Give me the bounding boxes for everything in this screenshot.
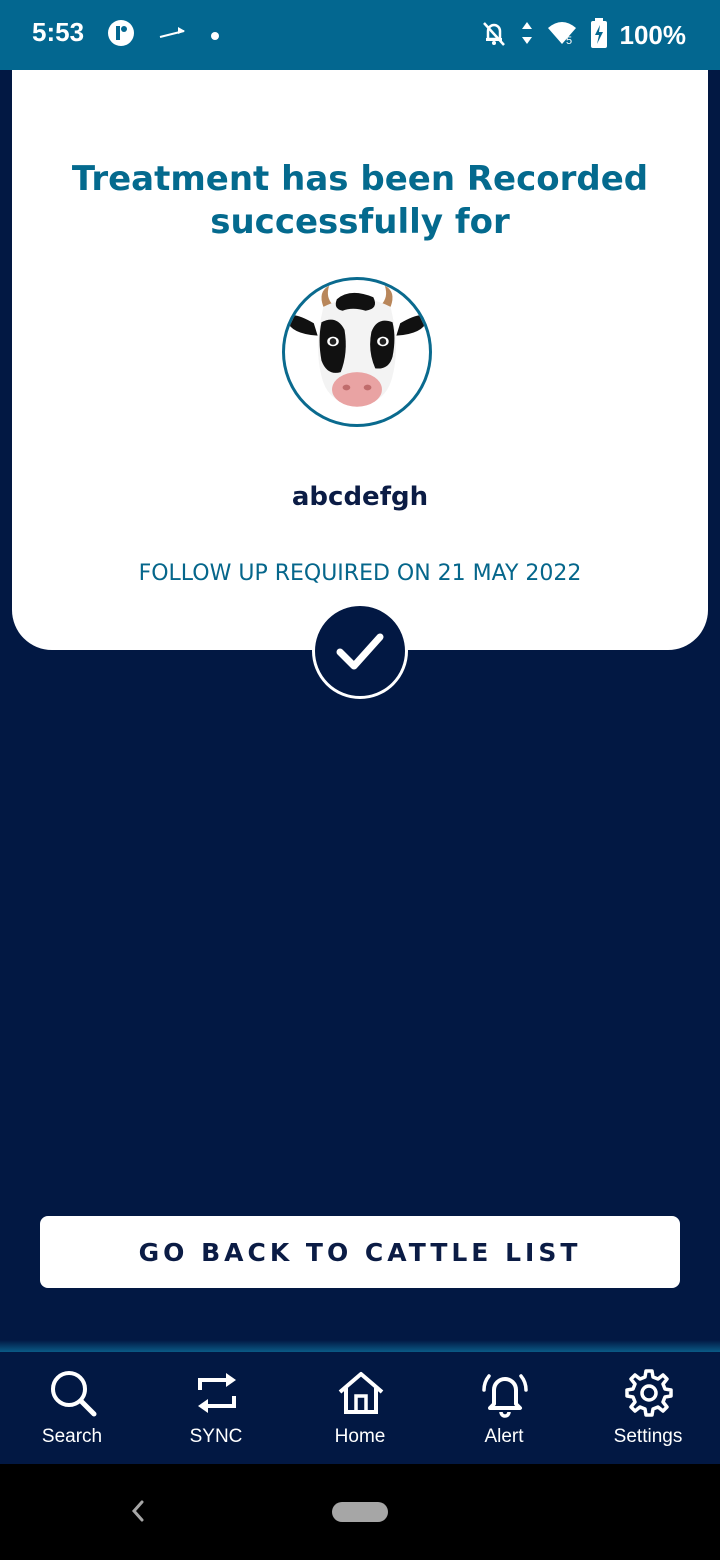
sync-icon [198, 1373, 236, 1413]
system-back-icon[interactable] [128, 1496, 148, 1530]
followup-notice: FOLLOW UP REQUIRED ON 21 MAY 2022 [138, 561, 582, 586]
battery-percent: 100% [619, 19, 687, 50]
headline-line-2: successfully for [210, 202, 510, 242]
checkmark-icon [336, 633, 384, 670]
home-icon [338, 1372, 384, 1414]
nav-alert[interactable]: Alert [432, 1352, 576, 1464]
nav-label-settings: Settings [613, 1426, 683, 1447]
nav-search[interactable]: Search [0, 1352, 144, 1464]
gear-icon [625, 1369, 673, 1417]
nav-label-sync: SYNC [189, 1426, 243, 1447]
nav-sync[interactable]: SYNC [144, 1352, 288, 1464]
wifi-icon: 5 [546, 20, 578, 50]
success-card: Treatment has been Recorded successfully… [12, 70, 708, 650]
svg-text:5: 5 [566, 35, 572, 46]
battery-charging-icon [590, 18, 608, 52]
success-check-badge [312, 603, 408, 699]
data-arrows-icon [520, 20, 534, 50]
nav-settings[interactable]: Settings [576, 1352, 720, 1464]
search-icon [51, 1371, 97, 1417]
nav-label-alert: Alert [484, 1426, 524, 1447]
bell-icon [482, 1374, 528, 1418]
notifications-off-icon [480, 19, 508, 51]
cattle-avatar [282, 277, 432, 427]
cattle-name: abcdefgh [291, 482, 429, 512]
nav-label-search: Search [41, 1426, 103, 1447]
status-bar: 5:53 5 100% [0, 0, 720, 70]
bottom-navigation: Search SYNC Home Alert Settings [0, 1352, 720, 1464]
nav-home[interactable]: Home [288, 1352, 432, 1464]
nav-label-home: Home [334, 1426, 386, 1447]
cow-face-icon [286, 285, 428, 407]
nav-divider [0, 1340, 720, 1352]
success-headline: Treatment has been Recorded successfully… [12, 158, 708, 244]
status-time: 5:53 [32, 17, 85, 47]
headline-line-1: Treatment has been Recorded [71, 159, 649, 199]
app-notification-icon [106, 18, 136, 52]
airplane-arrow-icon [158, 23, 188, 47]
system-home-pill[interactable] [332, 1502, 388, 1522]
go-back-to-cattle-list-button[interactable]: GO BACK TO CATTLE LIST [40, 1216, 680, 1288]
dot-icon [210, 26, 220, 45]
